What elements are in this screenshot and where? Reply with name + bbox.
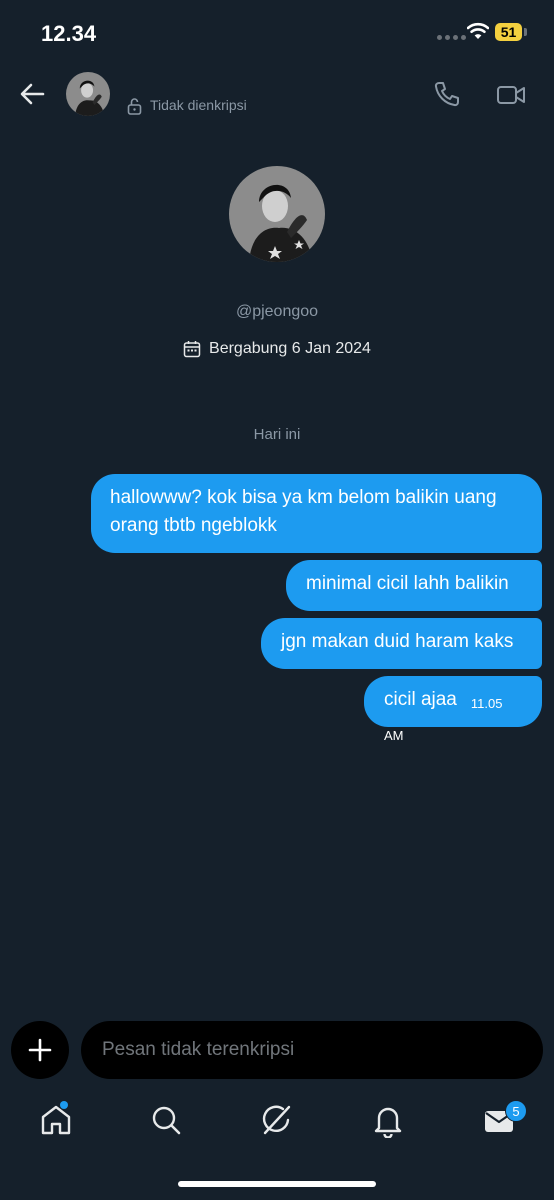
wifi-icon [467, 22, 489, 39]
message-input[interactable] [81, 1021, 543, 1079]
home-icon[interactable] [38, 1102, 74, 1138]
messages-badge: 5 [505, 1100, 527, 1122]
message-text: minimal cicil lahh balikin [306, 573, 509, 594]
video-call-icon[interactable] [496, 83, 526, 107]
joined-label: Bergabung 6 Jan 2024 [209, 340, 371, 357]
phone-icon[interactable] [433, 80, 461, 108]
grok-icon[interactable] [259, 1102, 295, 1138]
battery-tip [524, 28, 527, 36]
profile-avatar[interactable] [229, 166, 325, 262]
notifications-icon[interactable] [370, 1102, 406, 1138]
search-icon[interactable] [148, 1102, 184, 1138]
signal-icon [437, 35, 466, 40]
message-bubble[interactable]: hallowww? kok bisa ya km belom balikin u… [91, 474, 542, 553]
message-bubble[interactable]: jgn makan duid haram kaks [261, 618, 542, 669]
joined-date: Bergabung 6 Jan 2024 [0, 340, 554, 358]
unlocked-icon [127, 98, 142, 115]
status-time: 12.34 [41, 21, 97, 46]
date-divider: Hari ini [253, 426, 301, 443]
calendar-icon [183, 341, 201, 358]
add-attachment-button[interactable] [11, 1021, 69, 1079]
header-avatar[interactable] [66, 72, 110, 116]
message-text: cicil ajaa [384, 689, 457, 710]
plus-icon [28, 1038, 52, 1062]
profile-handle[interactable]: @pjeongoo [0, 303, 554, 321]
message-bubble[interactable]: cicil ajaa 11.05 AM [364, 676, 542, 743]
home-notification-dot [60, 1101, 68, 1109]
status-bar: 12.34 51 [0, 0, 554, 66]
conversation-header: Tidak dienkripsi [0, 66, 554, 126]
home-indicator [178, 1181, 376, 1187]
back-arrow-icon[interactable] [18, 80, 46, 108]
encryption-status: Tidak dienkripsi [150, 97, 247, 113]
message-text: hallowww? kok bisa ya km belom balikin u… [110, 487, 497, 536]
battery-indicator: 51 [495, 23, 522, 41]
message-text: jgn makan duid haram kaks [281, 631, 514, 652]
message-bubble[interactable]: minimal cicil lahh balikin [286, 560, 542, 611]
